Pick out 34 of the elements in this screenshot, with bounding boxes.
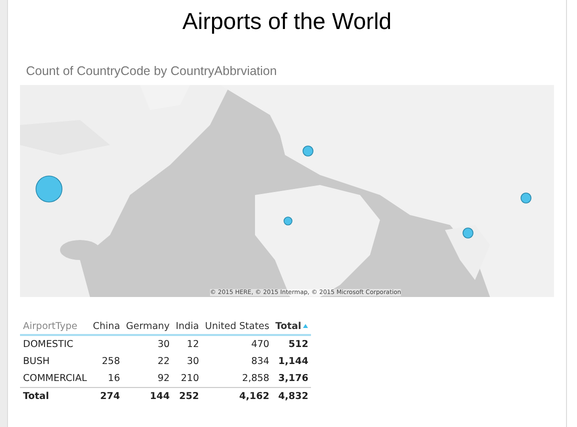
- table-cell: 30: [123, 335, 173, 353]
- table-cell-text: 1,144: [277, 355, 310, 369]
- column-header[interactable]: India: [172, 319, 202, 335]
- table-cell: 12: [172, 335, 202, 353]
- total-cell: 144: [123, 388, 173, 405]
- column-header[interactable]: AirportType: [20, 319, 90, 335]
- table-cell: 92: [123, 370, 173, 388]
- table-cell: 2,858: [202, 370, 272, 388]
- table-cell-text: BUSH: [22, 355, 51, 369]
- table-cell-text: 22: [156, 355, 171, 369]
- column-header[interactable]: China: [90, 319, 124, 335]
- total-cell: 252: [172, 388, 202, 405]
- table-cell: 210: [172, 370, 202, 388]
- column-header[interactable]: United States: [202, 319, 272, 335]
- total-cell: Total: [20, 388, 90, 405]
- total-cell: 274: [90, 388, 124, 405]
- data-bubble[interactable]: [36, 176, 62, 202]
- table-cell: 470: [202, 335, 272, 353]
- sort-icon: [303, 324, 308, 328]
- column-header[interactable]: Germany: [123, 319, 173, 335]
- report-title: Airports of the World: [181, 7, 393, 36]
- data-bubble[interactable]: [284, 216, 292, 226]
- table-cell: 3,176: [272, 370, 312, 388]
- total-cell: 4,832: [272, 388, 312, 405]
- table-cell-text: 258: [100, 355, 122, 369]
- table-cell-text: 30: [186, 355, 200, 369]
- table-cell: 512: [272, 335, 312, 353]
- table-cell: 16: [90, 370, 124, 388]
- table-cell-text: 834: [250, 355, 270, 369]
- column-header[interactable]: Total: [272, 319, 312, 335]
- total-cell: 4,162: [202, 388, 272, 405]
- table-cell: DOMESTIC: [20, 335, 90, 353]
- table-cell: COMMERCIAL: [20, 370, 90, 388]
- visual-title: Count of CountryCode by CountryAbbrviation: [26, 64, 278, 78]
